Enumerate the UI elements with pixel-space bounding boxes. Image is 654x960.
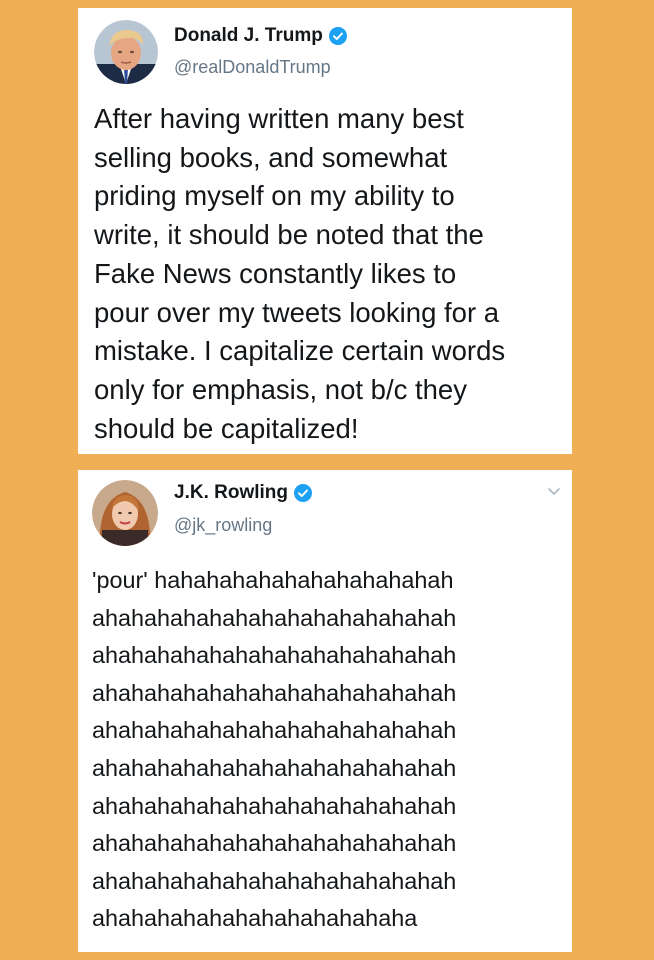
screenshot-canvas: Donald J. Trump @realDonaldTrump After h…: [0, 0, 654, 960]
profile-photo-trump: [94, 20, 158, 84]
profile-photo-rowling: [92, 480, 158, 546]
display-name[interactable]: J.K. Rowling: [174, 483, 288, 502]
user-handle[interactable]: @realDonaldTrump: [174, 58, 331, 76]
display-name[interactable]: Donald J. Trump: [174, 26, 323, 45]
chevron-down-icon[interactable]: [546, 486, 562, 498]
tweet-text: After having written many best selling b…: [94, 103, 506, 444]
avatar[interactable]: [94, 20, 158, 84]
avatar[interactable]: [92, 480, 158, 546]
verified-badge-icon: [328, 26, 347, 45]
author-row: Donald J. Trump: [174, 26, 347, 45]
tweet-card: J.K. Rowling @jk_rowling 'pour' hahahaha…: [78, 470, 572, 952]
tweet-text: 'pour' hahahahahahahahahahahah ahahahaha…: [92, 567, 457, 932]
tweet-card: Donald J. Trump @realDonaldTrump After h…: [78, 8, 572, 454]
verified-badge-icon: [294, 483, 312, 502]
user-handle[interactable]: @jk_rowling: [174, 516, 272, 534]
author-row: J.K. Rowling: [174, 483, 312, 502]
